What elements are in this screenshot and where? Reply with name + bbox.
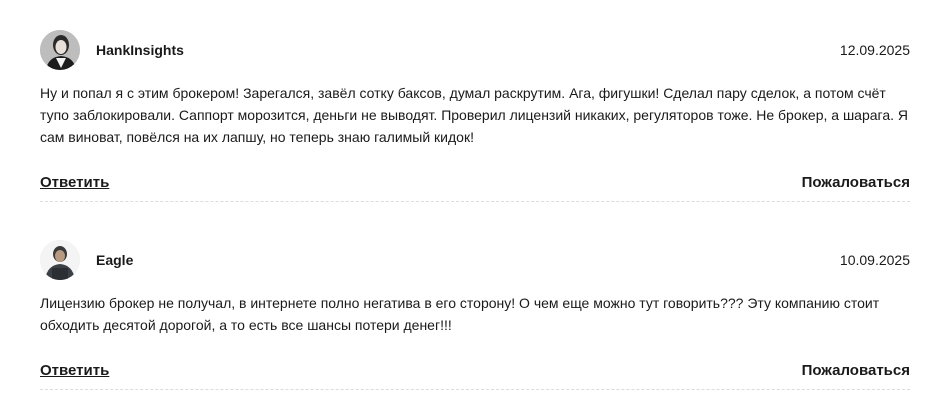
report-link[interactable]: Пожаловаться xyxy=(802,174,910,191)
comment-header: HankInsights 12.09.2025 xyxy=(40,30,910,72)
avatar[interactable] xyxy=(40,30,80,70)
comment-header: Eagle 10.09.2025 xyxy=(40,240,910,282)
divider xyxy=(40,201,910,202)
comment-date: 10.09.2025 xyxy=(839,252,910,268)
divider xyxy=(40,389,910,390)
avatar[interactable] xyxy=(40,240,80,280)
user-avatar-photo-icon xyxy=(40,240,80,280)
comment-date: 12.09.2025 xyxy=(839,42,910,58)
reply-link[interactable]: Ответить xyxy=(40,362,109,379)
user-avatar-photo-icon xyxy=(40,30,80,70)
comment-text: Лицензию брокер не получал, в интернете … xyxy=(40,295,880,333)
comment-author: Eagle xyxy=(96,252,134,268)
comment-text: Ну и попал я с этим брокером! Зарегался,… xyxy=(40,85,909,145)
comment-actions: Ответить Пожаловаться xyxy=(40,174,910,198)
comment-actions: Ответить Пожаловаться xyxy=(40,362,910,386)
report-link[interactable]: Пожаловаться xyxy=(802,362,910,379)
comment-item: HankInsights 12.09.2025 Ну и попал я с э… xyxy=(40,30,910,202)
reply-link[interactable]: Ответить xyxy=(40,174,109,191)
comment-item: Eagle 10.09.2025 Лицензию брокер не полу… xyxy=(40,240,910,390)
comment-author: HankInsights xyxy=(96,42,184,58)
